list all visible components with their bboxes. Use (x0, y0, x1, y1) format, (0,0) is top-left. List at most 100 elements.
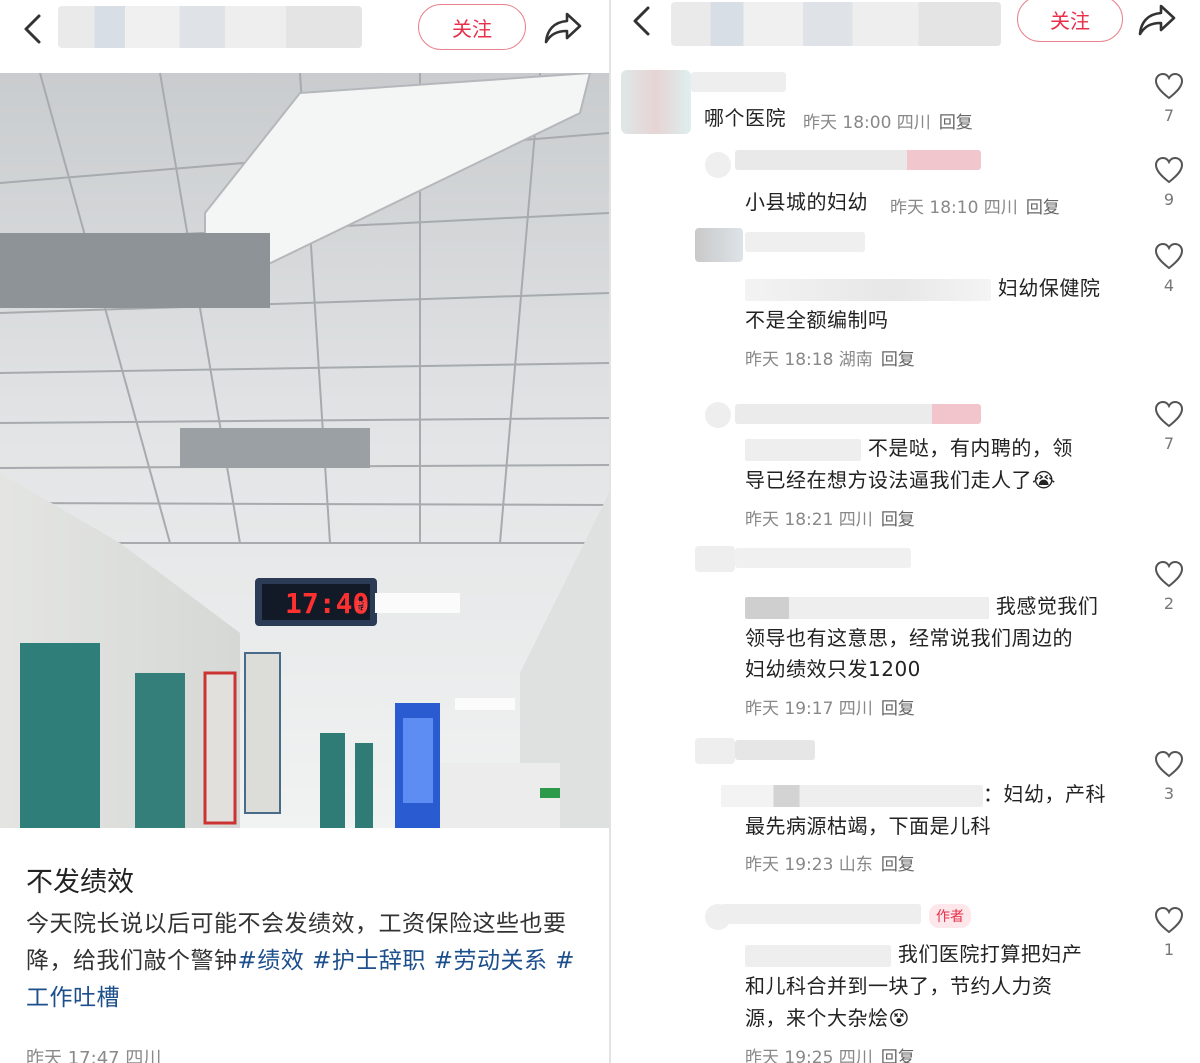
reply-button[interactable]: 回复 (881, 510, 915, 530)
hashtag-labor[interactable]: #劳动关系 (434, 948, 548, 974)
back-button[interactable] (627, 4, 655, 38)
like-button[interactable]: 4 (1149, 242, 1189, 295)
comment-meta: 昨天 18:21 四川 回复 (745, 505, 915, 530)
comment-meta: 昨天 19:23 山东 回复 (745, 850, 915, 875)
comment-text: 哪个医院 (704, 106, 786, 130)
like-button[interactable]: 9 (1149, 156, 1189, 209)
comment-time: 昨天 19:23 山东 (745, 855, 873, 875)
like-button[interactable]: 1 (1149, 906, 1189, 959)
avatar[interactable] (705, 402, 731, 428)
comment-time: 昨天 19:25 四川 (745, 1048, 873, 1063)
commenter-name-blurred (745, 232, 865, 252)
comment-text-line3-text: 源，来个大杂烩 (745, 1006, 889, 1030)
comments-panel: 关注 哪个医院 昨天 18:00 四川 回复 7 小县城的妇幼 昨天 18:10 … (611, 0, 1200, 1063)
like-count: 7 (1163, 106, 1175, 125)
comment-meta: 昨天 19:25 四川 回复 (745, 1043, 915, 1063)
comment-text: 我们医院打算把妇产 (745, 938, 1082, 970)
like-count: 7 (1163, 434, 1175, 453)
post-photo[interactable]: 17:40 静 (0, 73, 609, 828)
comment-text-line1: ：妇幼，产科 (983, 782, 1106, 806)
comment-time: 昨天 18:21 四川 (745, 510, 873, 530)
like-button[interactable]: 3 (1149, 750, 1189, 803)
comment-text-line1: 我感觉我们 (995, 594, 1099, 618)
hashtag-nurse-resign[interactable]: #护士辞职 (312, 948, 426, 974)
comment-text-line2: 和儿科合并到一块了，节约人力资 (745, 974, 1053, 998)
comment-text-line2: 领导也有这意思，经常说我们周边的 (745, 626, 1073, 650)
share-button[interactable] (1135, 0, 1179, 40)
mention-blurred (745, 278, 991, 301)
like-count: 4 (1163, 276, 1175, 295)
hospital-corridor-image: 17:40 静 (0, 73, 609, 828)
reply-button[interactable]: 回复 (881, 855, 915, 875)
comment-text-line1: 妇幼保健院 (997, 276, 1101, 300)
mention-blurred (745, 596, 989, 619)
comment-text-line2-text: 导已经在想方设法逼我们走人了 (745, 468, 1032, 492)
like-button[interactable]: 2 (1149, 560, 1189, 613)
follow-button[interactable]: 关注 (1017, 0, 1123, 42)
back-arrow-icon (24, 14, 41, 44)
like-count: 1 (1163, 940, 1175, 959)
heart-icon (1154, 242, 1184, 270)
commenter-name-blurred (735, 404, 981, 424)
comment-text-line3: 妇幼绩效只发1200 (745, 657, 921, 681)
avatar[interactable] (695, 228, 743, 262)
post-header: 关注 (0, 0, 609, 66)
comment-meta: 昨天 18:18 湖南 回复 (745, 345, 915, 370)
heart-icon (1154, 72, 1184, 100)
avatar[interactable] (621, 70, 691, 134)
comment-text-line1: 我们医院打算把妇产 (897, 942, 1083, 966)
commenter-name-blurred (735, 548, 911, 568)
comment-meta: 昨天 19:17 四川 回复 (745, 694, 915, 719)
share-icon (1138, 4, 1176, 36)
back-button[interactable] (18, 12, 46, 46)
share-button[interactable] (541, 8, 585, 48)
comment-text-line2: 导已经在想方设法逼我们走人了😭 (745, 464, 1056, 496)
heart-icon (1154, 400, 1184, 428)
author-name-blurred (58, 6, 362, 48)
like-count: 3 (1163, 784, 1175, 803)
reply-button[interactable]: 回复 (881, 699, 915, 719)
mention-blurred (721, 784, 983, 807)
reply-button[interactable]: 回复 (881, 1048, 915, 1063)
share-icon (544, 12, 582, 44)
comment-text: 不是哒，有内聘的，领 (745, 432, 1073, 464)
comment-meta: 昨天 18:00 四川 回复 (803, 108, 973, 133)
like-button[interactable]: 7 (1149, 400, 1189, 453)
reply-button[interactable]: 回复 (881, 350, 915, 370)
heart-icon (1154, 560, 1184, 588)
comment-text-line1: 不是哒，有内聘的，领 (867, 436, 1073, 460)
author-badge: 作者 (929, 904, 971, 928)
comment-text: 妇幼保健院 (745, 272, 1100, 304)
crying-emoji-icon: 😭 (1032, 468, 1056, 492)
reply-button[interactable]: 回复 (1026, 198, 1060, 218)
like-count: 9 (1163, 190, 1175, 209)
hashtag-performance[interactable]: #绩效 (238, 948, 305, 974)
like-count: 2 (1163, 594, 1175, 613)
heart-icon (1154, 156, 1184, 184)
post-body: 今天院长说以后可能不会发绩效，工资保险这些也要降，给我们敲个警钟#绩效 #护士辞… (26, 906, 586, 1017)
comment-time: 昨天 18:10 四川 (890, 198, 1018, 218)
comment-text: 我感觉我们 (745, 590, 1098, 622)
avatar[interactable] (695, 738, 735, 764)
clock-suffix-text: 静 (355, 600, 368, 615)
like-button[interactable]: 7 (1149, 72, 1189, 125)
avatar[interactable] (705, 152, 731, 178)
commenter-name-blurred (721, 904, 921, 924)
mention-blurred (745, 438, 861, 461)
back-arrow-icon (633, 6, 650, 36)
post-title: 不发绩效 (26, 867, 134, 898)
comments-header: 关注 (611, 0, 1200, 66)
comment-text-line2: 最先病源枯竭，下面是儿科 (745, 814, 991, 838)
post-meta: 昨天 17:47 四川 (26, 1048, 162, 1063)
post-detail-panel: 关注 17:40 静 不发绩效 今天院长说以后可能不会发绩效，工资保险这些也要降… (0, 0, 609, 1063)
comment-time: 昨天 19:17 四川 (745, 699, 873, 719)
dizzy-emoji-icon: 😵 (888, 1006, 910, 1030)
comment-text-line3: 源，来个大杂烩😵 (745, 1002, 910, 1034)
comment-text: 小县城的妇幼 (745, 190, 868, 214)
follow-button[interactable]: 关注 (418, 4, 526, 50)
commenter-name-blurred (735, 740, 815, 760)
comment-text-line2: 不是全额编制吗 (745, 308, 889, 332)
reply-button[interactable]: 回复 (939, 113, 973, 133)
avatar[interactable] (695, 546, 735, 572)
comment-meta: 昨天 18:10 四川 回复 (890, 193, 1060, 218)
